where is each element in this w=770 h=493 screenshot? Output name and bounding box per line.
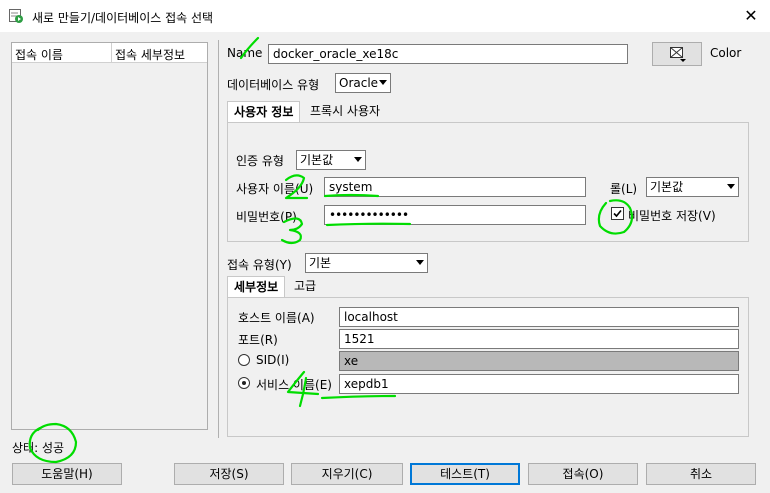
role-label: 롤(L) bbox=[610, 182, 638, 196]
save-button[interactable]: 저장(S) bbox=[174, 463, 284, 485]
checkmark-icon bbox=[613, 209, 622, 218]
auth-type-select[interactable]: 기본값 bbox=[296, 150, 366, 170]
auth-type-label: 인증 유형 bbox=[236, 154, 284, 168]
tab-advanced[interactable]: 고급 bbox=[290, 276, 320, 296]
port-input[interactable]: 1521 bbox=[339, 329, 739, 349]
conn-type-label: 접속 유형(Y) bbox=[227, 258, 292, 272]
color-label: Color bbox=[710, 46, 742, 60]
role-select[interactable]: 기본값 bbox=[646, 177, 739, 197]
column-divider bbox=[111, 43, 112, 63]
tab-proxy-user[interactable]: 프록시 사용자 bbox=[306, 101, 384, 121]
connection-list[interactable] bbox=[11, 42, 208, 430]
tab-user-info[interactable]: 사용자 정보 bbox=[227, 101, 301, 123]
sid-label: SID(I) bbox=[256, 353, 290, 367]
password-input[interactable]: ••••••••••••• bbox=[324, 205, 586, 225]
save-password-label: 비밀번호 저장(V) bbox=[628, 209, 716, 223]
host-label: 호스트 이름(A) bbox=[238, 311, 315, 325]
chevron-down-icon bbox=[416, 260, 424, 265]
connect-button[interactable]: 접속(O) bbox=[528, 463, 638, 485]
sid-input[interactable]: xe bbox=[339, 351, 739, 371]
name-input[interactable]: docker_oracle_xe18c bbox=[268, 44, 628, 64]
username-label: 사용자 이름(U) bbox=[236, 182, 314, 196]
auth-type-value: 기본값 bbox=[300, 153, 334, 167]
conn-type-select[interactable]: 기본 bbox=[305, 253, 428, 273]
port-label: 포트(R) bbox=[238, 333, 278, 347]
password-label: 비밀번호(P) bbox=[236, 210, 297, 224]
chevron-down-icon bbox=[379, 80, 387, 85]
splitter[interactable] bbox=[218, 40, 219, 438]
window-title: 새로 만들기/데이터베이스 접속 선택 bbox=[32, 11, 214, 25]
service-name-input[interactable]: xepdb1 bbox=[339, 374, 739, 394]
host-input[interactable]: localhost bbox=[339, 307, 739, 327]
radio-selected-dot bbox=[242, 381, 246, 385]
chevron-down-icon bbox=[354, 157, 362, 162]
column-header-connection-detail[interactable]: 접속 세부정보 bbox=[115, 46, 185, 63]
db-type-select[interactable]: Oracle bbox=[335, 73, 391, 93]
db-type-value: Oracle bbox=[339, 76, 379, 90]
column-header-connection-name[interactable]: 접속 이름 bbox=[15, 46, 63, 63]
test-button[interactable]: 테스트(T) bbox=[410, 463, 520, 485]
service-name-label: 서비스 이름(E) bbox=[256, 378, 332, 392]
color-swatch-icon bbox=[670, 47, 686, 62]
name-label: Name bbox=[227, 46, 263, 60]
db-type-label: 데이터베이스 유형 bbox=[227, 78, 320, 92]
status-text: 상태: 성공 bbox=[12, 441, 65, 455]
conn-type-value: 기본 bbox=[309, 256, 332, 270]
help-button[interactable]: 도움말(H) bbox=[12, 463, 122, 485]
color-picker-button[interactable] bbox=[652, 42, 702, 66]
tab-details[interactable]: 세부정보 bbox=[227, 276, 286, 298]
close-icon[interactable]: ✕ bbox=[741, 6, 761, 26]
cancel-button[interactable]: 취소 bbox=[646, 463, 756, 485]
service-name-radio[interactable] bbox=[238, 377, 250, 389]
role-value: 기본값 bbox=[650, 180, 684, 194]
clear-button[interactable]: 지우기(C) bbox=[291, 463, 403, 485]
save-password-checkbox[interactable] bbox=[611, 207, 624, 220]
chevron-down-icon bbox=[727, 184, 735, 189]
username-input[interactable]: system bbox=[324, 177, 586, 197]
sql-developer-icon bbox=[9, 9, 23, 23]
sid-radio[interactable] bbox=[238, 354, 250, 366]
